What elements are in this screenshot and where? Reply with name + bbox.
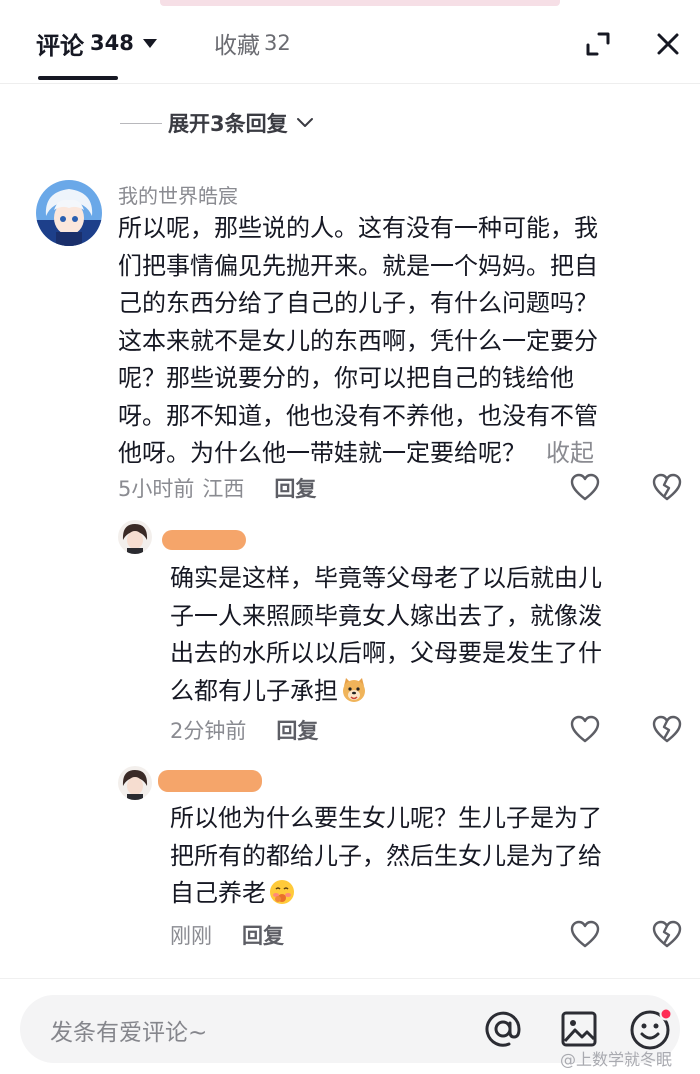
chevron-down-icon [296,118,313,127]
close-icon[interactable] [652,28,684,60]
comment-line: 这本来就不是女儿的东西啊，凭什么一定要分 [118,326,598,355]
tab-comments-count: 348 [90,31,134,55]
reply-button[interactable]: 回复 [276,715,318,745]
at-icon[interactable] [480,1006,526,1052]
comment-line: 所以呢，那些说的人。这有没有一种可能，我 [118,214,598,242]
comment-meta: 5小时前 江西 回复 [118,473,316,503]
broken-heart-icon[interactable] [650,470,684,504]
redacted-username [162,530,246,550]
comment-input-placeholder[interactable]: 发条有爱评论~ [50,1013,207,1047]
reply-line: 么都有儿子承担 [170,676,338,705]
tab-favorites-label: 收藏 [214,33,260,59]
reply-time: 2分钟前 [170,719,247,743]
caret-down-icon [142,38,157,48]
reply-line: 确实是这样，毕竟等父母老了以后就由儿 [170,564,602,592]
reply-line: 把所有的都给儿子，然后生女儿是为了给 [170,841,602,870]
expand-icon[interactable] [582,28,614,60]
broken-heart-icon[interactable] [650,712,684,746]
redacted-username [158,770,262,792]
reply-line: 出去的水所以以后啊，父母要是发生了什 [170,639,602,667]
comment-panel-header: 评论 348 收藏 32 [0,0,700,84]
comment-line: 呀。那不知道，他也没有不养他，也没有不管 [118,401,598,430]
active-tab-indicator [38,76,118,80]
expand-replies-button[interactable]: 展开3条回复 [120,106,314,140]
comment-time: 5小时前 [118,477,195,501]
comment-line-last: 他呀。为什么他一带娃就一定要给呢？ 收起 [118,435,688,473]
reply-button[interactable]: 回复 [274,473,316,503]
reply-meta: 刚刚 回复 [170,920,284,950]
reply-line: 子一人来照顾毕竟女人嫁出去了，就像泼 [170,601,602,630]
avatar[interactable] [36,180,102,246]
reply-meta: 2分钟前 回复 [170,715,318,745]
tab-favorites-count: 32 [264,31,291,55]
heart-icon[interactable] [568,917,602,951]
heart-icon[interactable] [568,470,602,504]
reply-text: 所以他为什么要生女儿呢？生儿子是为了 把所有的都给儿子，然后生女儿是为了给 自己… [170,800,690,913]
tab-comments[interactable]: 评论 348 [36,28,157,60]
divider-line [120,122,162,124]
reply-text: 确实是这样，毕竟等父母老了以后就由儿 子一人来照顾毕竟女人嫁出去了，就像泼 出去… [170,560,690,710]
tab-comments-label: 评论 [36,31,84,60]
comment-text: 所以呢，那些说的人。这有没有一种可能，我 们把事情偏见先抛开来。就是一个妈妈。把… [118,210,688,473]
broken-heart-icon[interactable] [650,917,684,951]
reply-line: 自己养老 [170,879,266,907]
reply-line: 所以他为什么要生女儿呢？生儿子是为了 [170,804,602,832]
comment-line: 他呀。为什么他一带娃就一定要给呢？ [118,439,526,467]
comment-line: 呢？那些说要分的，你可以把自己的钱给他 [118,364,574,392]
reply-button[interactable]: 回复 [242,920,284,950]
comment-location: 江西 [202,477,245,501]
collapse-button[interactable]: 收起 [546,439,594,467]
comment-username[interactable]: 我的世界皓宸 [118,180,238,209]
reply-line-last: 自己养老 [170,875,690,913]
comment-line: 己的东西分给了自己的儿子，有什么问题吗？ [118,289,598,317]
dog-emoji-icon [340,676,368,704]
watermark: @上数学就冬眠 [560,1050,673,1069]
expand-replies-label: 展开3条回复 [168,112,288,136]
tab-favorites[interactable]: 收藏 32 [214,28,291,59]
reply-avatar[interactable] [118,766,152,800]
reply-time: 刚刚 [170,924,212,948]
shy-emoji-icon [268,878,296,906]
heart-icon[interactable] [568,712,602,746]
comment-line: 们把事情偏见先抛开来。就是一个妈妈。把自 [118,251,598,280]
reply-avatar[interactable] [118,520,152,554]
reply-line-last: 么都有儿子承担 [170,673,690,711]
